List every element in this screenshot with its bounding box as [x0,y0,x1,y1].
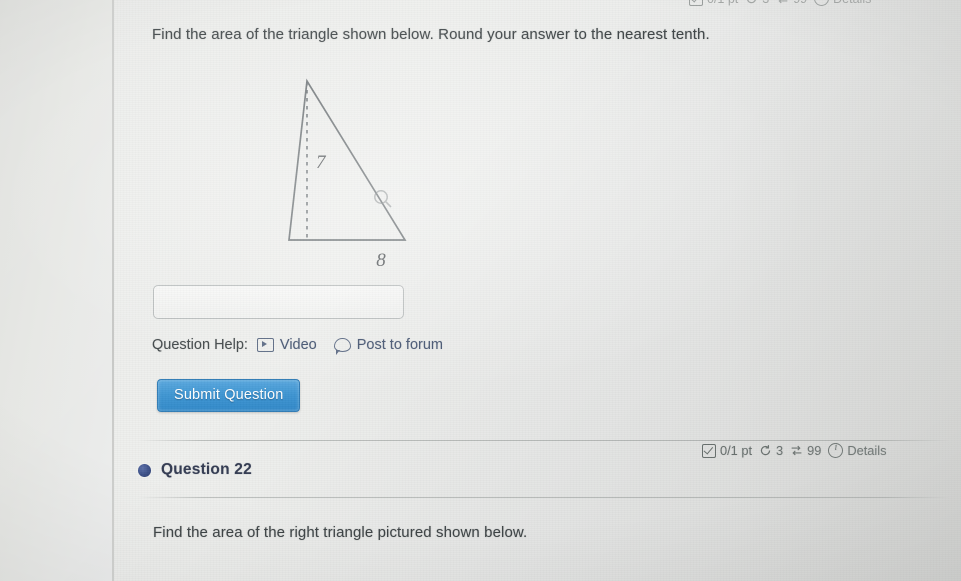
section-divider-top [138,440,950,441]
height-label: 7 [316,152,327,173]
attempts-badge: 3 [759,443,783,458]
top-points-value: 0/1 pt [707,0,738,6]
base-label: 8 [376,250,386,271]
attempts-value: 3 [776,443,784,458]
submit-question-button[interactable]: Submit Question [157,379,301,412]
answer-input[interactable] [153,285,404,319]
post-to-forum-link[interactable]: Post to forum [333,337,443,355]
checkbox-check-icon [689,0,703,6]
versions-badge: 99 [790,443,821,458]
top-cutoff-status-row: 0/1 pt 3 99 [689,0,871,6]
swap-arrows-icon [778,0,788,4]
section-divider-bottom [138,497,950,498]
post-to-forum-label: Post to forum [356,337,443,353]
question-22-title: Question 22 [161,461,252,478]
video-help-link[interactable]: Video [256,337,317,353]
points-value: 0/1 pt [720,443,753,458]
info-circle-icon [814,0,830,6]
page-content: 0/1 pt 3 99 [114,0,961,581]
top-points-badge: 0/1 pt [689,0,738,6]
details-label: Details [847,443,887,458]
question-help-row: Question Help: Video Post to forum [152,337,443,355]
assignment-page: 0/1 pt 3 99 [114,0,961,581]
question-help-label: Question Help: [152,337,248,353]
top-versions-badge: 99 [776,0,807,6]
top-details-label: Details [833,0,871,6]
info-circle-icon [828,442,844,458]
top-versions-value: 99 [793,0,807,6]
question-status-bullet [138,463,151,477]
video-play-icon [256,338,274,352]
triangle-figure: 7 8 [144,66,434,281]
versions-value: 99 [807,443,822,458]
magnifier-icon[interactable] [372,188,394,210]
details-link[interactable]: Details [828,442,887,458]
speech-bubble-icon [333,337,351,355]
question-22-status-row: 0/1 pt 3 99 i Details [702,442,887,458]
retry-circular-arrow-icon [760,445,771,456]
retry-circular-arrow-icon [747,0,757,4]
points-badge: 0/1 pt [702,443,752,458]
video-help-label: Video [279,337,317,353]
question-21-prompt: Find the area of the triangle shown belo… [152,26,710,43]
screen-photo: 0/1 pt 3 99 [0,0,961,581]
triangle-outline [288,78,407,241]
swap-arrows-icon [791,445,802,456]
top-details-link[interactable]: Details [814,0,871,6]
top-attempts-badge: 3 [745,0,769,6]
top-attempts-value: 3 [762,0,769,6]
checkbox-check-icon [702,443,716,458]
left-page-margin [0,0,112,581]
question-22-prompt: Find the area of the right triangle pict… [153,524,528,541]
question-22-header: Question 22 [138,461,252,479]
